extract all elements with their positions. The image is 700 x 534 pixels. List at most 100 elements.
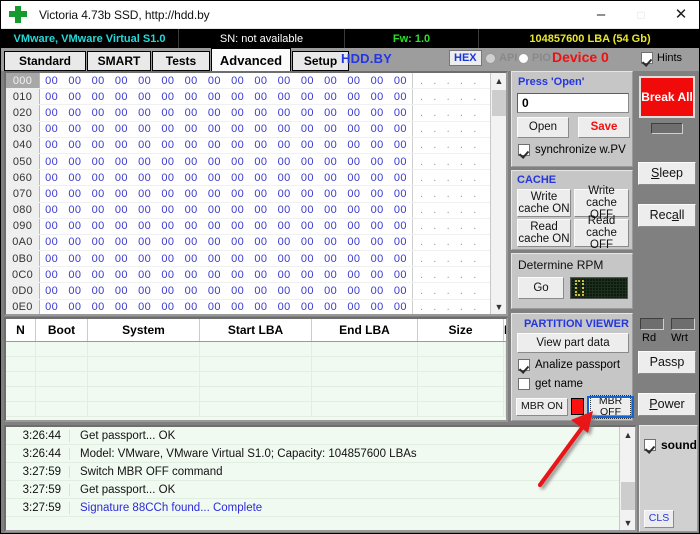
hex-byte-cell[interactable]: 00 [63,156,86,168]
hex-byte-cell[interactable]: 00 [273,253,296,265]
hex-byte-cell[interactable]: 00 [156,285,179,297]
hex-byte-cell[interactable]: 00 [249,220,272,232]
hex-byte-cell[interactable]: 00 [366,75,389,87]
log-entry[interactable]: 3:27:59 Switch MBR OFF command [6,463,635,481]
hex-byte-cell[interactable]: 00 [63,123,86,135]
hex-byte-cell[interactable]: 00 [156,91,179,103]
hex-byte-cell[interactable]: 00 [319,285,342,297]
mbr-off-button[interactable]: MBR OFF [587,394,634,420]
hex-scroll-thumb[interactable] [492,90,506,116]
rpm-go-button[interactable]: Go [518,277,564,299]
hex-byte-cell[interactable]: 00 [40,269,63,281]
hex-byte-cell[interactable]: 00 [273,301,296,313]
hex-byte-cell[interactable]: 00 [319,220,342,232]
hex-byte-cell[interactable]: 00 [226,123,249,135]
hex-byte-cell[interactable]: 00 [156,139,179,151]
hex-byte-cell[interactable]: 00 [133,172,156,184]
hex-byte-cell[interactable]: 00 [87,188,110,200]
hex-byte-cell[interactable]: 00 [133,123,156,135]
hex-byte-cell[interactable]: 00 [203,220,226,232]
log-entry[interactable]: 3:27:59 Get passport... OK [6,481,635,499]
hex-byte-cell[interactable]: 00 [273,156,296,168]
hex-byte-cell[interactable]: 00 [319,301,342,313]
hex-byte-cell[interactable]: 00 [40,220,63,232]
hex-byte-cell[interactable]: 00 [389,139,412,151]
hex-byte-group[interactable]: 00 00 00 00 00 00 00 00 00 00 00 00 00 00 00 00 [40,186,412,201]
hex-byte-cell[interactable]: 00 [249,285,272,297]
hex-row[interactable]: 0C0 00 00 00 00 00 00 00 00 00 00 00 00 00 00 00 00. . .… [6,267,506,284]
hex-byte-cell[interactable]: 00 [296,301,319,313]
hex-byte-cell[interactable]: 00 [389,253,412,265]
hex-byte-cell[interactable]: 00 [110,253,133,265]
hex-row[interactable]: 060 00 00 00 00 00 00 00 00 00 00 00 00 00 00 00 00. . .… [6,170,506,187]
hex-byte-cell[interactable]: 00 [87,301,110,313]
hex-byte-cell[interactable]: 00 [40,253,63,265]
hex-byte-cell[interactable]: 00 [226,91,249,103]
partition-table-row[interactable] [6,387,506,402]
scroll-up-icon[interactable]: ▲ [620,427,635,442]
mbr-on-button[interactable]: MBR ON [516,398,568,416]
hex-byte-cell[interactable]: 00 [180,75,203,87]
hex-byte-group[interactable]: 00 00 00 00 00 00 00 00 00 00 00 00 00 00 00 00 [40,219,412,234]
hints-checkbox[interactable]: Hints [641,52,682,64]
hex-byte-cell[interactable]: 00 [296,285,319,297]
hex-byte-cell[interactable]: 00 [342,123,365,135]
hex-byte-cell[interactable]: 00 [110,75,133,87]
log-entry[interactable]: 3:27:59 Signature 88CCh found... Complete [6,499,635,517]
hex-byte-cell[interactable]: 00 [63,204,86,216]
hex-byte-cell[interactable]: 00 [226,269,249,281]
hex-byte-cell[interactable]: 00 [156,269,179,281]
hex-byte-cell[interactable]: 00 [133,236,156,248]
hex-byte-cell[interactable]: 00 [249,123,272,135]
hex-byte-cell[interactable]: 00 [366,123,389,135]
hex-byte-cell[interactable]: 00 [180,156,203,168]
hex-byte-cell[interactable]: 00 [273,123,296,135]
hex-byte-cell[interactable]: 00 [87,285,110,297]
scroll-up-icon[interactable]: ▲ [491,73,506,88]
hex-byte-cell[interactable]: 00 [366,139,389,151]
hex-byte-cell[interactable]: 00 [63,301,86,313]
hex-byte-cell[interactable]: 00 [110,269,133,281]
hex-byte-cell[interactable]: 00 [63,75,86,87]
hex-byte-cell[interactable]: 00 [319,236,342,248]
hex-byte-cell[interactable]: 00 [156,220,179,232]
hex-byte-cell[interactable]: 00 [249,156,272,168]
hex-editor-panel[interactable]: 000 00 00 00 00 00 00 00 00 00 00 00 00 00 00 00 00. . .… [4,71,508,316]
hex-byte-cell[interactable]: 00 [342,156,365,168]
hex-byte-cell[interactable]: 00 [226,139,249,151]
hex-byte-cell[interactable]: 00 [249,91,272,103]
hex-byte-cell[interactable]: 00 [63,285,86,297]
hex-row[interactable]: 030 00 00 00 00 00 00 00 00 00 00 00 00 00 00 00 00. . .… [6,121,506,138]
hex-byte-cell[interactable]: 00 [180,269,203,281]
hex-byte-cell[interactable]: 00 [180,204,203,216]
hex-byte-cell[interactable]: 00 [40,156,63,168]
hex-mode-badge[interactable]: HEX [449,50,482,66]
hex-byte-cell[interactable]: 00 [63,139,86,151]
hex-row[interactable]: 070 00 00 00 00 00 00 00 00 00 00 00 00 00 00 00 00. . .… [6,186,506,203]
hex-byte-cell[interactable]: 00 [156,156,179,168]
hex-byte-cell[interactable]: 00 [319,269,342,281]
hex-byte-cell[interactable]: 00 [110,204,133,216]
hex-byte-group[interactable]: 00 00 00 00 00 00 00 00 00 00 00 00 00 00 00 00 [40,89,412,104]
hex-byte-cell[interactable]: 00 [156,172,179,184]
hex-byte-group[interactable]: 00 00 00 00 00 00 00 00 00 00 00 00 00 00 00 00 [40,283,412,298]
hex-byte-cell[interactable]: 00 [226,236,249,248]
hex-byte-cell[interactable]: 00 [273,91,296,103]
hex-byte-cell[interactable]: 00 [366,172,389,184]
hex-byte-cell[interactable]: 00 [203,107,226,119]
hex-byte-cell[interactable]: 00 [226,156,249,168]
hex-byte-cell[interactable]: 00 [203,75,226,87]
hex-byte-group[interactable]: 00 00 00 00 00 00 00 00 00 00 00 00 00 00 00 00 [40,235,412,250]
hex-byte-cell[interactable]: 00 [389,107,412,119]
recall-button[interactable]: Rec a ll [638,204,696,227]
hex-byte-cell[interactable]: 00 [40,139,63,151]
hex-byte-cell[interactable]: 00 [366,301,389,313]
log-entry[interactable]: 3:26:44 Model: VMware, VMware Virtual S1.… [6,445,635,463]
hex-byte-cell[interactable]: 00 [40,172,63,184]
hex-byte-cell[interactable]: 00 [342,91,365,103]
hex-byte-cell[interactable]: 00 [296,220,319,232]
cls-button[interactable]: CLS [644,510,674,528]
hex-byte-cell[interactable]: 00 [342,220,365,232]
hex-row[interactable]: 040 00 00 00 00 00 00 00 00 00 00 00 00 00 00 00 00. . .… [6,137,506,154]
hex-byte-cell[interactable]: 00 [342,188,365,200]
